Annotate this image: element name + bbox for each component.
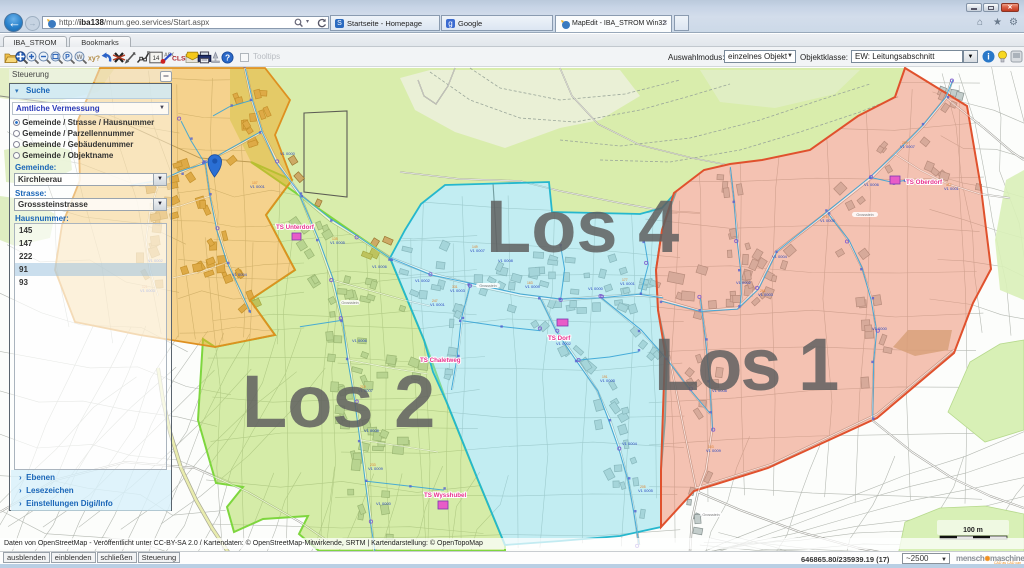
svg-text:Grossstein: Grossstein [702,513,719,517]
svg-text:177: 177 [622,278,628,282]
svg-text:247: 247 [432,299,438,303]
svg-text:V1 0002: V1 0002 [415,278,431,283]
svg-text:289: 289 [902,141,908,145]
svg-text:Los 2: Los 2 [242,360,435,443]
svg-text:V1 0004: V1 0004 [772,254,788,259]
svg-text:107: 107 [252,181,258,185]
svg-text:V1 0006: V1 0006 [864,182,880,187]
svg-text:331: 331 [452,285,458,289]
svg-text:V1 0000: V1 0000 [280,151,296,156]
svg-text:Grossstein: Grossstein [856,213,873,217]
svg-text:317: 317 [946,183,952,187]
svg-text:?: ? [225,52,230,62]
svg-text:TS Wysshubel: TS Wysshubel [424,492,466,499]
svg-text:100 m: 100 m [963,527,983,534]
svg-text:V1 0004: V1 0004 [232,272,248,277]
svg-text:233: 233 [370,463,376,467]
svg-text:205: 205 [640,485,646,489]
svg-text:Grossstein: Grossstein [341,301,358,305]
svg-text:TS Oberdorf: TS Oberdorf [906,179,943,186]
svg-text:303: 303 [708,445,714,449]
svg-text:V1 0002: V1 0002 [736,280,752,285]
svg-text:xy?: xy? [88,56,100,63]
svg-text:Los 4: Los 4 [486,185,679,268]
svg-text:191: 191 [602,375,608,379]
svg-text:163: 163 [527,281,533,285]
svg-text:CLS: CLS [172,55,186,62]
svg-text:Grossstein: Grossstein [479,284,496,288]
svg-text:V1 0000: V1 0000 [376,501,392,506]
svg-text:i: i [987,52,990,62]
svg-text:V1 0004: V1 0004 [622,441,638,446]
svg-text:Los 1: Los 1 [654,323,838,406]
svg-text:V1 0006: V1 0006 [352,338,368,343]
svg-text:149: 149 [472,245,478,249]
svg-text:135: 135 [332,237,338,241]
svg-text:P: P [65,54,70,61]
svg-text:V1 0000: V1 0000 [588,286,604,291]
svg-text:261: 261 [760,289,766,293]
svg-text:V1 0000: V1 0000 [872,326,888,331]
svg-text:TS Dorf: TS Dorf [548,335,571,342]
svg-text:V1 0006: V1 0006 [372,264,388,269]
svg-text:14: 14 [153,56,160,62]
svg-text:W: W [76,54,83,61]
svg-text:TS Unterdorf: TS Unterdorf [276,224,315,231]
svg-text:275: 275 [822,215,828,219]
